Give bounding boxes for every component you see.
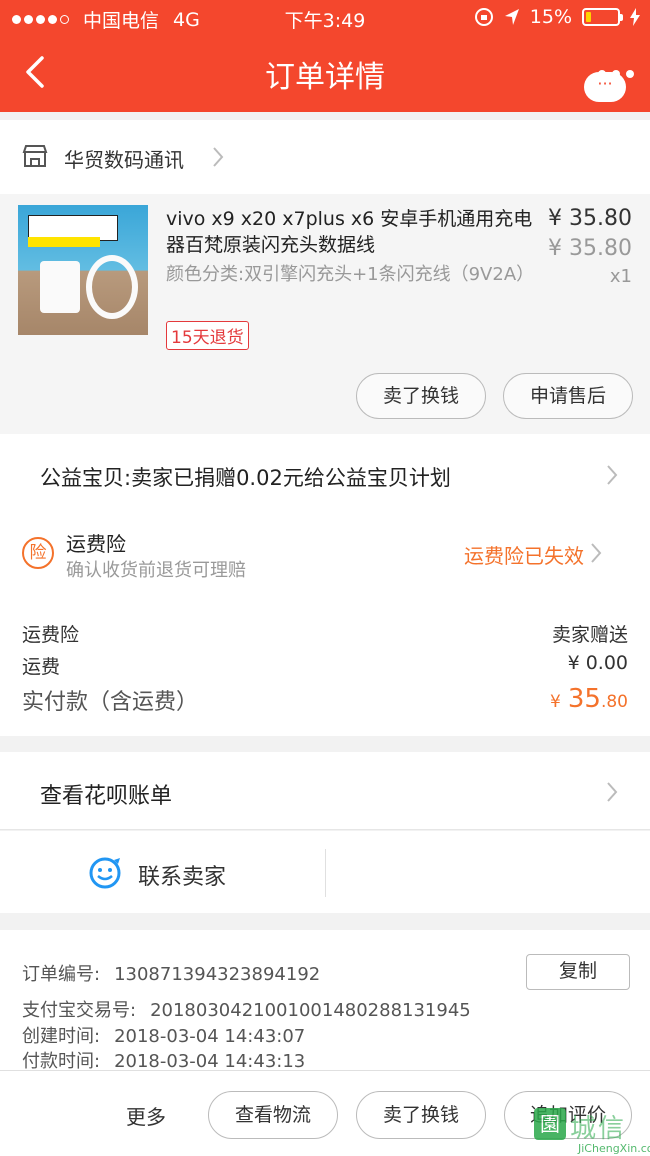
product-thumbnail[interactable]	[18, 205, 148, 335]
product-quantity: x1	[609, 266, 632, 287]
paid-currency: ¥	[550, 692, 561, 712]
alipay-number: 2018030421001001480288131945	[150, 1000, 471, 1021]
huabei-text: 查看花呗账单	[40, 784, 173, 809]
paid-decimal: .80	[600, 692, 628, 712]
shop-row[interactable]: 华贸数码通讯	[0, 120, 650, 194]
more-actions-button[interactable]: 更多	[126, 1101, 166, 1130]
product-title[interactable]: vivo x9 x20 x7plus x6 安卓手机通用充电器百梵原装闪充头数据…	[166, 206, 536, 258]
copy-button[interactable]: 复制	[526, 954, 630, 990]
insurance-title: 运费险	[66, 532, 126, 556]
chevron-right-icon	[607, 465, 618, 485]
fee-value: ¥ 0.00	[567, 652, 628, 674]
contact-seller-row: 联系卖家	[0, 831, 650, 913]
alipay-label: 支付宝交易号:	[22, 1000, 137, 1021]
order-number-row: 订单编号: 1308713943238941​92	[22, 960, 320, 986]
sell-for-cash-button[interactable]: 卖了换钱	[356, 1091, 486, 1139]
chat-smile-icon[interactable]	[88, 856, 122, 890]
product-original-price: ¥ 35.80	[548, 236, 632, 261]
location-icon	[504, 9, 519, 25]
fee-row-shipping: 运费 ¥ 0.00	[22, 652, 628, 679]
fee-value: 卖家赠送	[551, 624, 628, 646]
fee-label: 运费	[22, 656, 61, 678]
rotation-lock-icon	[474, 8, 493, 26]
created-time: 2018-03-04 14:43:07	[114, 1026, 306, 1047]
paid-label: 实付款（含运费）	[22, 690, 199, 715]
battery-icon	[582, 8, 623, 26]
created-label: 创建时间:	[22, 1026, 101, 1047]
huabei-row[interactable]: 查看花呗账单	[0, 752, 650, 830]
charging-icon	[630, 8, 640, 26]
product-sku: 颜色分类:双引擎闪充头+1条闪充线（9V2A）	[166, 264, 535, 285]
watermark-url: JiChengXin.com	[578, 1142, 650, 1155]
fee-summary: 运费险 卖家赠送 运费 ¥ 0.00 实付款（含运费） ¥ 35.80	[0, 594, 650, 736]
more-dots-icon	[598, 70, 634, 78]
return-policy-badge: 15天退货	[166, 321, 249, 350]
chevron-right-icon	[607, 782, 618, 802]
top-bar: 中国电信 4G 下午3:49 15% 订单详情 ···	[0, 0, 650, 112]
paid-time: 2018-03-04 14:43:13	[114, 1051, 306, 1072]
fee-label: 运费险	[22, 624, 80, 646]
chevron-right-icon	[213, 147, 224, 167]
product-price: ¥ 35.80	[548, 206, 632, 231]
aftersale-button[interactable]: 申请售后	[503, 373, 633, 419]
watermark-icon: 園	[534, 1108, 566, 1140]
charity-text: 公益宝贝:卖家已捐赠0.02元给公益宝贝计划	[40, 466, 451, 490]
insurance-subtitle: 确认收货前退货可理赔	[66, 560, 246, 581]
contact-seller-button[interactable]: 联系卖家	[138, 859, 226, 891]
watermark-text: 城信	[570, 1114, 627, 1144]
status-right: 15%	[474, 6, 640, 28]
paid-integer: 35	[567, 684, 601, 714]
charity-row[interactable]: 公益宝贝:卖家已捐赠0.02元给公益宝贝计划	[0, 434, 650, 514]
order-number: 1308713943238941​92	[114, 964, 321, 985]
sell-button[interactable]: 卖了换钱	[356, 373, 486, 419]
page-title: 订单详情	[265, 60, 385, 95]
paid-time-label: 付款时间:	[22, 1051, 101, 1072]
chevron-right-icon	[591, 543, 602, 563]
alipay-number-row: 支付宝交易号: 2018030421001001480288131945	[22, 996, 471, 1022]
watermark-logo: 園 城信 JiChengXin.com	[534, 1104, 650, 1156]
insurance-icon: 险	[22, 537, 54, 569]
insurance-status[interactable]: 运费险已失效	[464, 540, 584, 569]
shipping-insurance-row[interactable]: 险 运费险 确认收货前退货可理赔 运费险已失效	[0, 514, 650, 594]
paid-amount: ¥ 35.80	[550, 684, 628, 714]
shop-name: 华贸数码通讯	[64, 148, 184, 172]
store-icon	[22, 145, 48, 167]
fee-row-insurance: 运费险 卖家赠送	[22, 620, 628, 647]
more-menu-button[interactable]: ···	[584, 36, 638, 102]
created-time-row: 创建时间: 2018-03-04 14:43:07	[22, 1022, 305, 1048]
order-info: 订单编号: 1308713943238941​92 复制 支付宝交易号: 20180…	[0, 930, 650, 1072]
divider	[325, 849, 326, 897]
status-bar: 中国电信 4G 下午3:49 15%	[0, 0, 650, 36]
battery-percent: 15%	[529, 6, 572, 28]
order-number-label: 订单编号:	[22, 964, 101, 985]
fee-row-paid: 实付款（含运费） ¥ 35.80	[22, 684, 628, 716]
view-logistics-button[interactable]: 查看物流	[208, 1091, 338, 1139]
